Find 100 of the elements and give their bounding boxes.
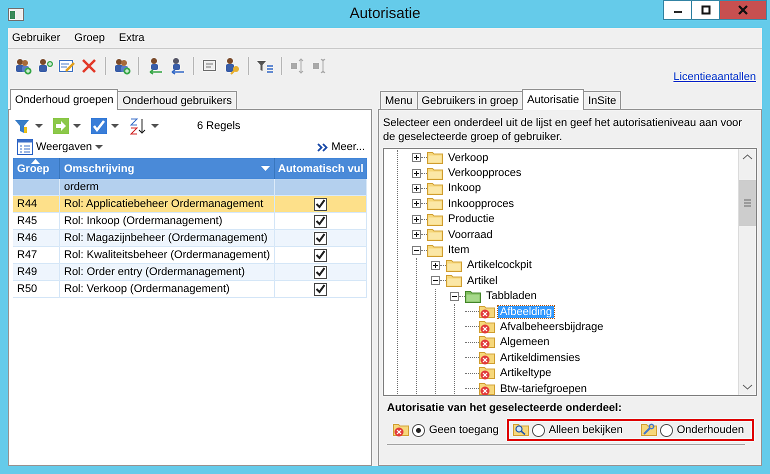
dropdown-icon[interactable] xyxy=(258,166,270,171)
filter-icon[interactable] xyxy=(15,118,31,134)
tree-item[interactable]: Item xyxy=(446,244,472,256)
tree-item[interactable]: Voorraad xyxy=(446,228,495,241)
tree-item[interactable]: Artikeltype xyxy=(498,367,554,380)
table-row[interactable]: R44 Rol: Applicatiebeheer Ordermanagement xyxy=(13,196,367,213)
tree-item[interactable]: Artikelcockpit xyxy=(465,259,534,272)
tree-item[interactable]: Inkoopproces xyxy=(446,198,516,210)
table-row[interactable]: R50 Rol: Verkoop (Ordermanagement) xyxy=(13,281,367,298)
sort-icon[interactable] xyxy=(129,117,147,135)
expand-icon[interactable] xyxy=(412,214,421,224)
checkbox[interactable] xyxy=(314,266,327,278)
wrench-folder-icon xyxy=(640,423,657,437)
double-chevron-icon xyxy=(317,142,328,152)
folder-icon xyxy=(427,197,443,210)
checkbox[interactable] xyxy=(314,282,327,296)
caret-icon[interactable] xyxy=(111,124,119,128)
table-cell: Rol: Verkoop (Ordermanagement) xyxy=(60,281,275,297)
table-cell: Rol: Magazijnbeheer (Ordermanagement) xyxy=(60,230,275,246)
tab[interactable]: Menu xyxy=(380,91,418,109)
instruction-text: Selecteer een onderdeel uit de lijst en geef het autorisatieniveau aan voor de geselecteerde groep of gebruiker. xyxy=(383,116,743,144)
checkbox[interactable] xyxy=(314,214,327,228)
caret-icon[interactable] xyxy=(151,124,159,128)
menu-item[interactable]: Gebruiker xyxy=(12,32,60,44)
tab[interactable]: Gebruikers in groep xyxy=(416,91,524,109)
tree-item[interactable]: Productie xyxy=(446,213,496,226)
caret-icon[interactable] xyxy=(73,124,81,128)
window-title: Autorisatie xyxy=(350,5,420,22)
delete-icon[interactable] xyxy=(80,57,98,75)
table-cell: Rol: Inkoop (Ordermanagement) xyxy=(60,213,275,229)
collapse-icon[interactable] xyxy=(450,292,459,301)
license-link[interactable]: Licentieaantallen xyxy=(673,71,756,83)
window-icon xyxy=(8,8,24,20)
checkbox[interactable] xyxy=(314,248,327,262)
user-add-icon[interactable] xyxy=(36,57,54,75)
checkmark-icon[interactable] xyxy=(91,118,107,134)
table-cell: R50 xyxy=(13,281,60,297)
folder-icon xyxy=(427,212,443,226)
menu-item[interactable]: Groep xyxy=(74,32,105,44)
expand-icon[interactable] xyxy=(412,153,421,162)
views-button[interactable]: Weergaven xyxy=(15,138,106,156)
tree-item[interactable]: Inkoop xyxy=(446,182,484,194)
more-button[interactable]: Meer... xyxy=(315,140,367,154)
scrollbar[interactable] xyxy=(738,149,756,395)
tree-item[interactable]: Verkoopproces xyxy=(446,167,524,180)
radio-option[interactable]: Onderhouden xyxy=(660,424,744,436)
tree-item[interactable]: Tabbladen xyxy=(484,290,539,302)
table-cell: Rol: Order entry (Ordermanagement) xyxy=(60,264,275,280)
tree-item[interactable]: Btw-tariefgroepen xyxy=(498,382,589,395)
users-add-icon[interactable] xyxy=(14,57,32,75)
scroll-thumb[interactable] xyxy=(739,180,756,226)
column-header[interactable]: Automatisch vul xyxy=(275,158,367,179)
radio-button[interactable] xyxy=(660,424,673,436)
denied-folder-icon xyxy=(393,423,409,437)
checkbox[interactable] xyxy=(314,198,327,210)
table-row[interactable]: R46 Rol: Magazijnbeheer (Ordermanagement) xyxy=(13,230,367,247)
table-cell: R44 xyxy=(13,196,60,212)
tree-item[interactable]: Verkoop xyxy=(446,152,490,164)
expand-icon[interactable] xyxy=(412,184,421,193)
folder-icon xyxy=(465,290,481,303)
tab[interactable]: Autorisatie xyxy=(522,89,584,110)
magnifier-folder-icon xyxy=(512,423,529,437)
tree-item[interactable]: Algemeen xyxy=(498,336,552,348)
tree-item[interactable]: Afvalbeheersbijdrage xyxy=(498,320,606,333)
sort-up-icon xyxy=(31,159,40,164)
expand-icon[interactable] xyxy=(412,199,421,208)
radio-button[interactable] xyxy=(412,424,425,436)
folder-icon xyxy=(427,151,443,164)
user-key-icon[interactable] xyxy=(223,57,241,75)
table-cell: Rol: Kwaliteitsbeheer (Ordermanagement) xyxy=(60,247,275,263)
expand-icon[interactable] xyxy=(412,230,421,240)
folder-icon xyxy=(446,258,462,272)
tab[interactable]: InSite xyxy=(583,91,622,109)
collapse-icon[interactable] xyxy=(431,276,440,286)
checkbox[interactable] xyxy=(314,232,327,244)
menu-item[interactable]: Extra xyxy=(118,32,145,44)
denied-folder-icon xyxy=(479,320,495,334)
tree-item[interactable]: Artikeldimensies xyxy=(498,352,582,364)
close-icon xyxy=(737,5,749,15)
tab[interactable]: Onderhoud groepen xyxy=(10,89,118,110)
expand-icon[interactable] xyxy=(431,260,440,270)
denied-folder-icon xyxy=(479,304,495,319)
users-add-icon[interactable] xyxy=(113,57,131,75)
table-cell: Rol: Applicatiebeheer Ordermanagement xyxy=(60,196,275,212)
expand-icon[interactable] xyxy=(412,168,421,178)
edit-icon[interactable] xyxy=(58,57,76,75)
radio-option[interactable]: Geen toegang xyxy=(412,424,499,436)
folder-icon xyxy=(427,182,443,195)
caret-icon[interactable] xyxy=(35,124,43,128)
table-row[interactable]: R49 Rol: Order entry (Ordermanagement) xyxy=(13,264,367,281)
tree-item[interactable]: Artikel xyxy=(465,274,500,287)
folder-icon xyxy=(427,228,443,242)
minimize-button[interactable] xyxy=(663,0,692,20)
radio-button[interactable] xyxy=(532,424,545,436)
tab[interactable]: Onderhoud gebruikers xyxy=(117,91,237,109)
close-button[interactable] xyxy=(719,0,767,20)
maximize-button[interactable] xyxy=(691,0,720,20)
folder-icon xyxy=(427,166,443,180)
collapse-icon[interactable] xyxy=(412,246,421,255)
radio-option[interactable]: Alleen bekijken xyxy=(532,424,623,436)
